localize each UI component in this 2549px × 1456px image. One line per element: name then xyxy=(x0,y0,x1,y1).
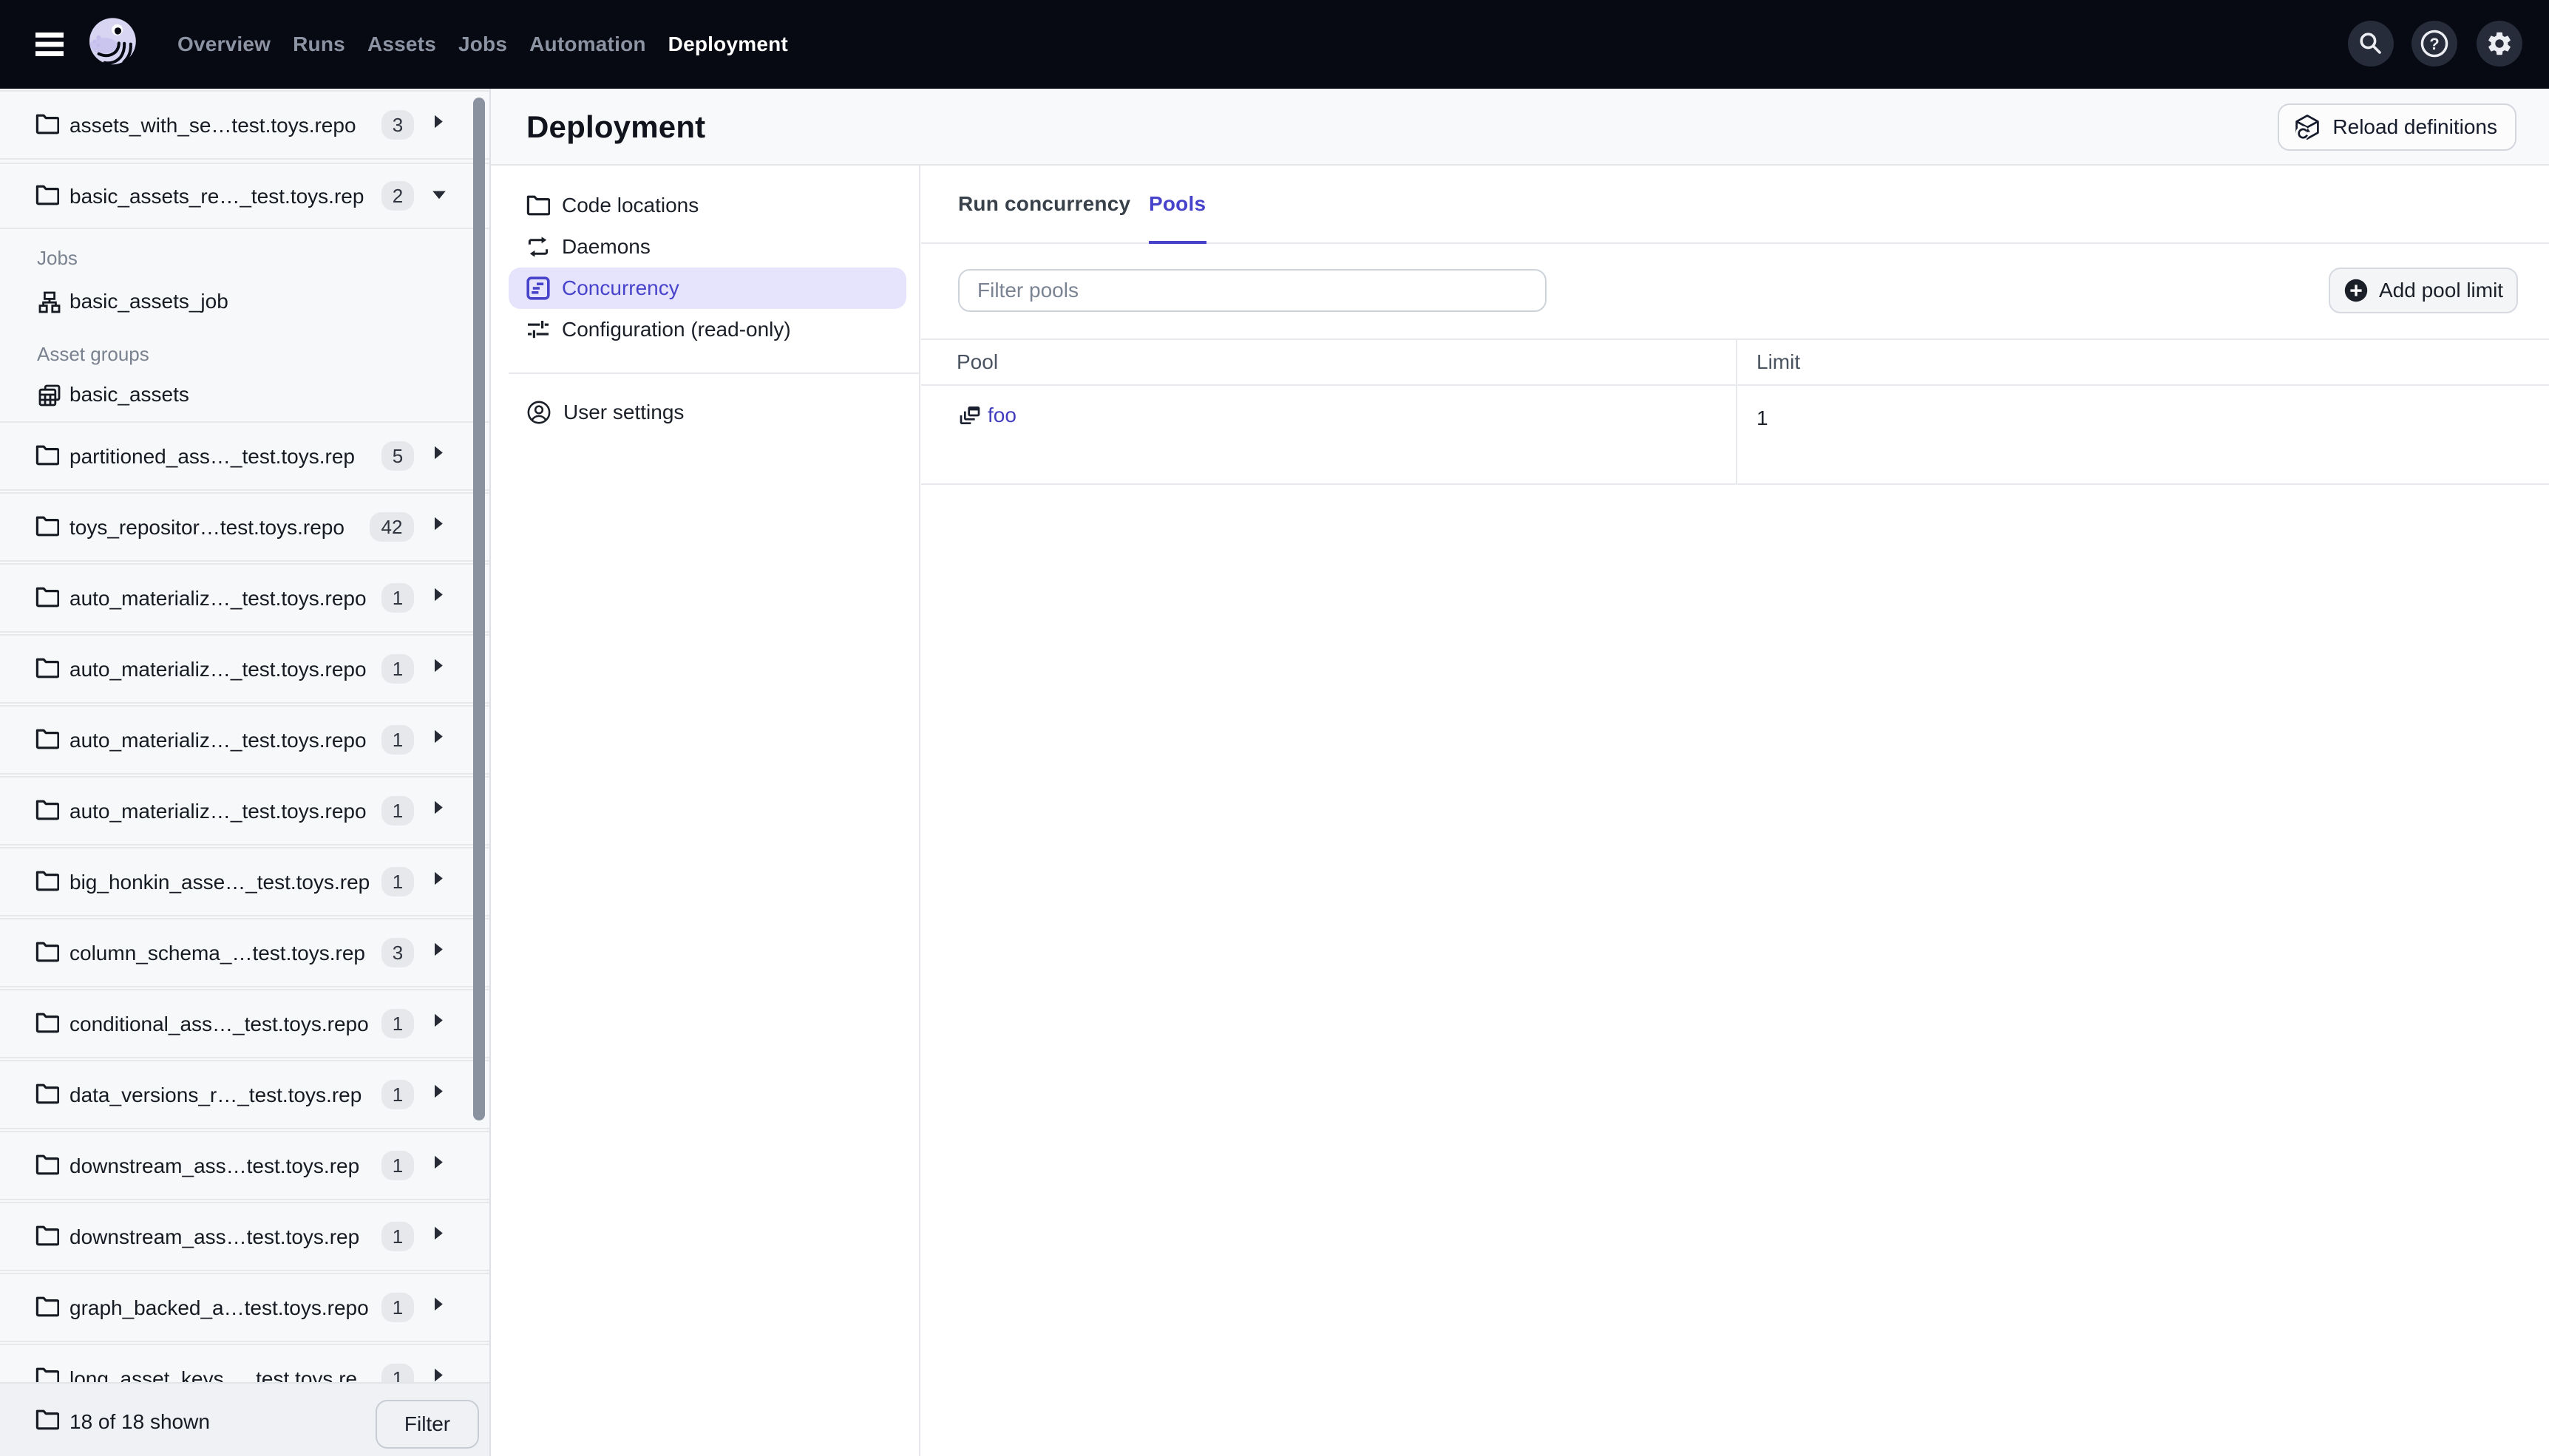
svg-text:?: ? xyxy=(2429,35,2439,53)
